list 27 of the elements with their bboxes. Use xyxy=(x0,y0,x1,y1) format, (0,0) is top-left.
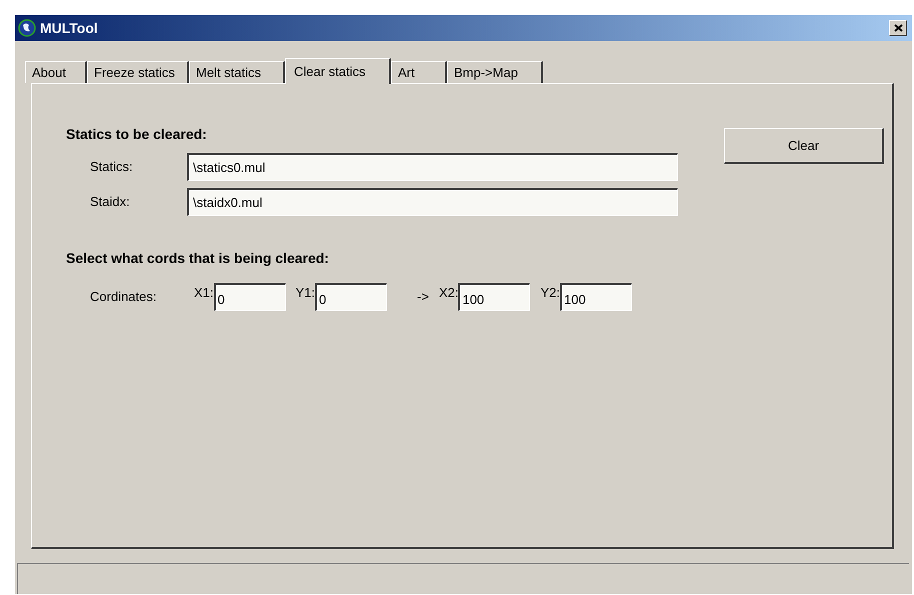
input-field[interactable]: 100 xyxy=(458,283,530,311)
tab[interactable]: Melt statics xyxy=(189,61,285,83)
input-field[interactable]: \staidx0.mul xyxy=(187,188,678,216)
field-label: Y2: xyxy=(540,284,560,302)
arrow-text: -> xyxy=(417,288,429,306)
field-label: Statics: xyxy=(90,158,134,176)
tab[interactable]: Bmp->Map xyxy=(447,61,543,83)
input-field[interactable]: 0 xyxy=(315,283,388,311)
clear-button[interactable]: Clear xyxy=(724,128,884,164)
tab[interactable]: Clear statics xyxy=(285,58,391,84)
input-field[interactable]: \statics0.mul xyxy=(187,153,678,181)
field-label: Y1: xyxy=(296,284,316,302)
section-heading: Select what cords that is being cleared: xyxy=(66,249,330,268)
field-label: Staidx: xyxy=(90,193,131,212)
section-heading: Statics to be cleared: xyxy=(66,125,208,144)
close-button[interactable] xyxy=(889,20,907,36)
window-title: MULTool xyxy=(40,18,98,38)
close-icon xyxy=(894,24,902,32)
field-label: Cordinates: xyxy=(90,288,158,306)
input-field[interactable]: 100 xyxy=(560,283,632,311)
field-label: X2: xyxy=(438,284,458,302)
tab[interactable]: Art xyxy=(391,61,447,83)
field-label: X1: xyxy=(194,284,214,302)
input-field[interactable]: 0 xyxy=(214,283,286,311)
tab[interactable]: About xyxy=(25,61,87,83)
globe-icon xyxy=(18,19,36,37)
tab[interactable]: Freeze statics xyxy=(87,61,189,83)
